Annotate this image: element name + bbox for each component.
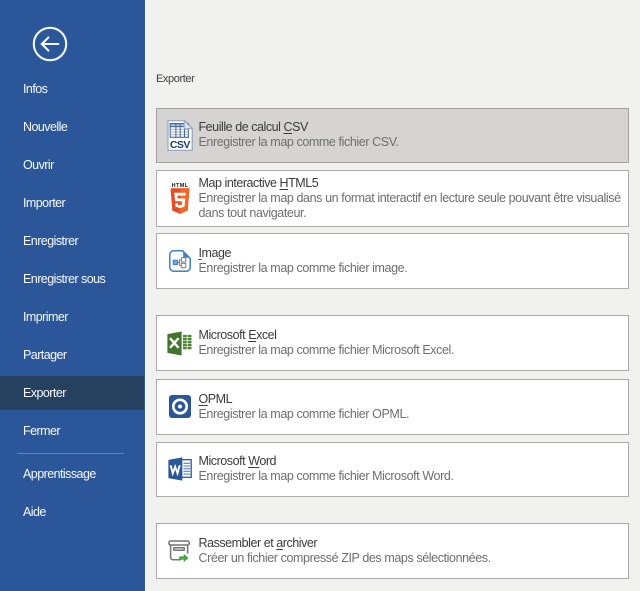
svg-text:CSV: CSV (169, 139, 190, 151)
svg-text:HTML: HTML (171, 182, 188, 188)
